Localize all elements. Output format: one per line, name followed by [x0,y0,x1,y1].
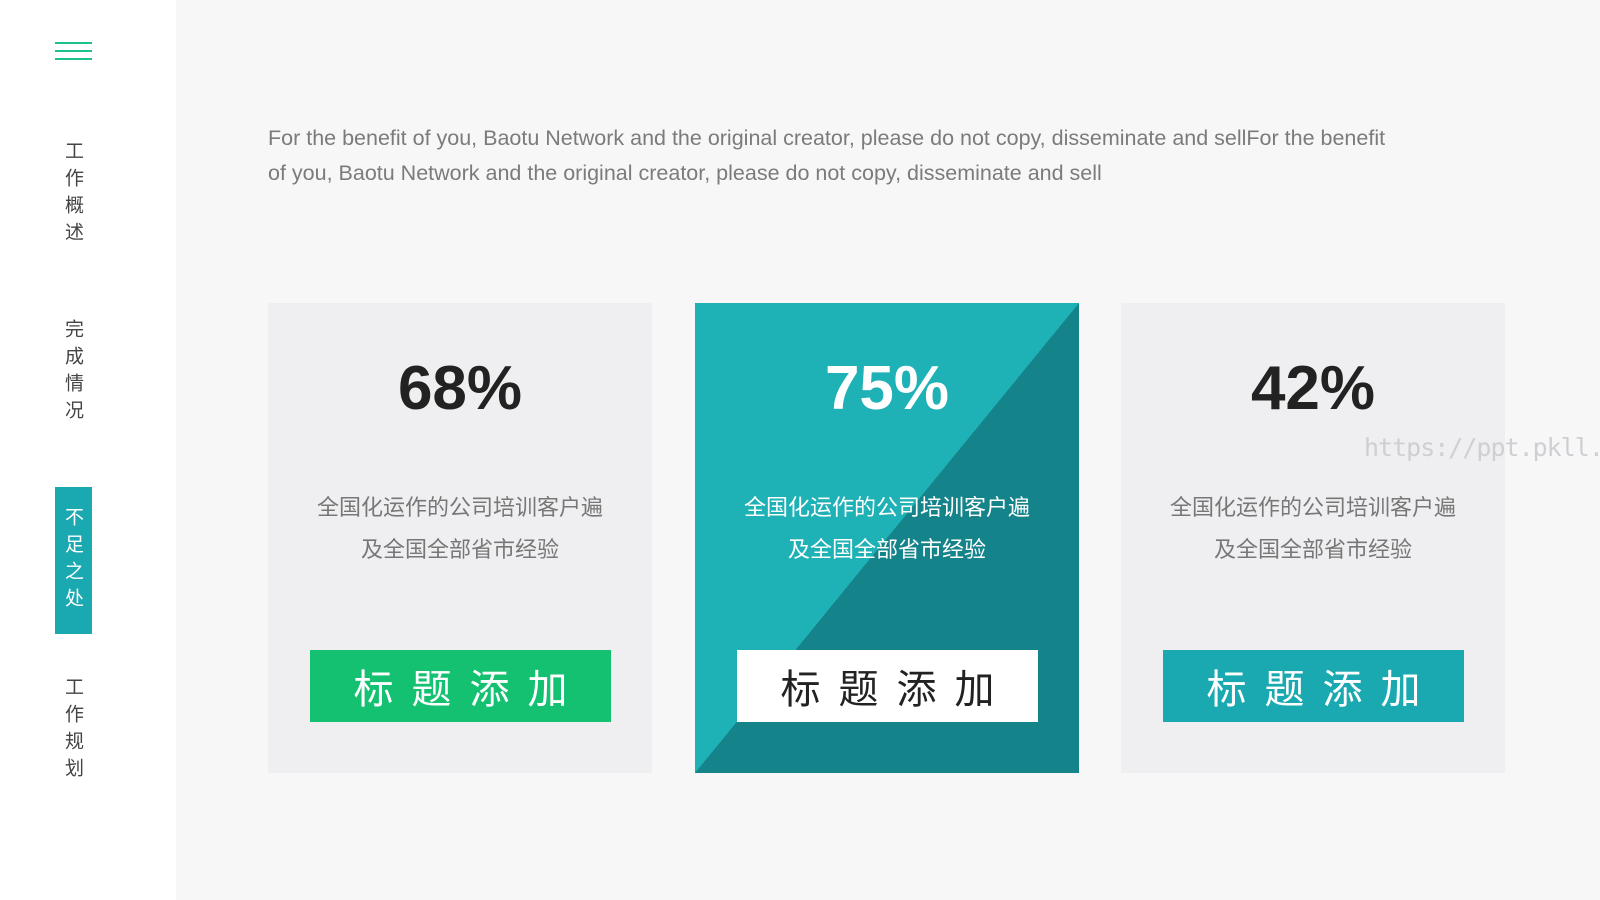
sidebar-item-plan[interactable]: 工作规划 [55,676,92,786]
stat-percent: 75% [824,354,950,423]
intro-text: For the benefit of you, Baotu Network an… [268,126,1386,185]
stat-description: 全国化运作的公司培训客户遍 及全国全部省市经验 [1169,496,1456,563]
stat-card-3: 42% 全国化运作的公司培训客户遍 及全国全部省市经验 标题添加 [1121,303,1505,773]
stat-description: 全国化运作的公司培训客户遍 及全国全部省市经验 [743,496,1030,563]
watermark: https://ppt.pkll.de [1364,433,1600,462]
add-title-button[interactable]: 标题添加 [737,650,1038,722]
hamburger-menu-icon[interactable] [55,42,92,62]
sidebar-item-completion[interactable]: 完成情况 [55,318,92,428]
stat-description: 全国化运作的公司培训客户遍 及全国全部省市经验 [316,496,603,563]
sidebar: 工作概述 完成情况 不足之处 工作规划 [0,0,176,900]
stat-card-2: 75% 全国化运作的公司培训客户遍 及全国全部省市经验 标题添加 [695,303,1079,773]
stat-percent: 68% [397,354,523,423]
add-title-button[interactable]: 标题添加 [310,650,611,722]
add-title-button[interactable]: 标题添加 [1163,650,1464,722]
sidebar-item-overview[interactable]: 工作概述 [55,140,92,250]
stat-percent: 42% [1250,354,1376,423]
sidebar-item-shortcomings[interactable]: 不足之处 [55,487,92,634]
stat-card-1: 68% 全国化运作的公司培训客户遍 及全国全部省市经验 标题添加 [268,303,652,773]
